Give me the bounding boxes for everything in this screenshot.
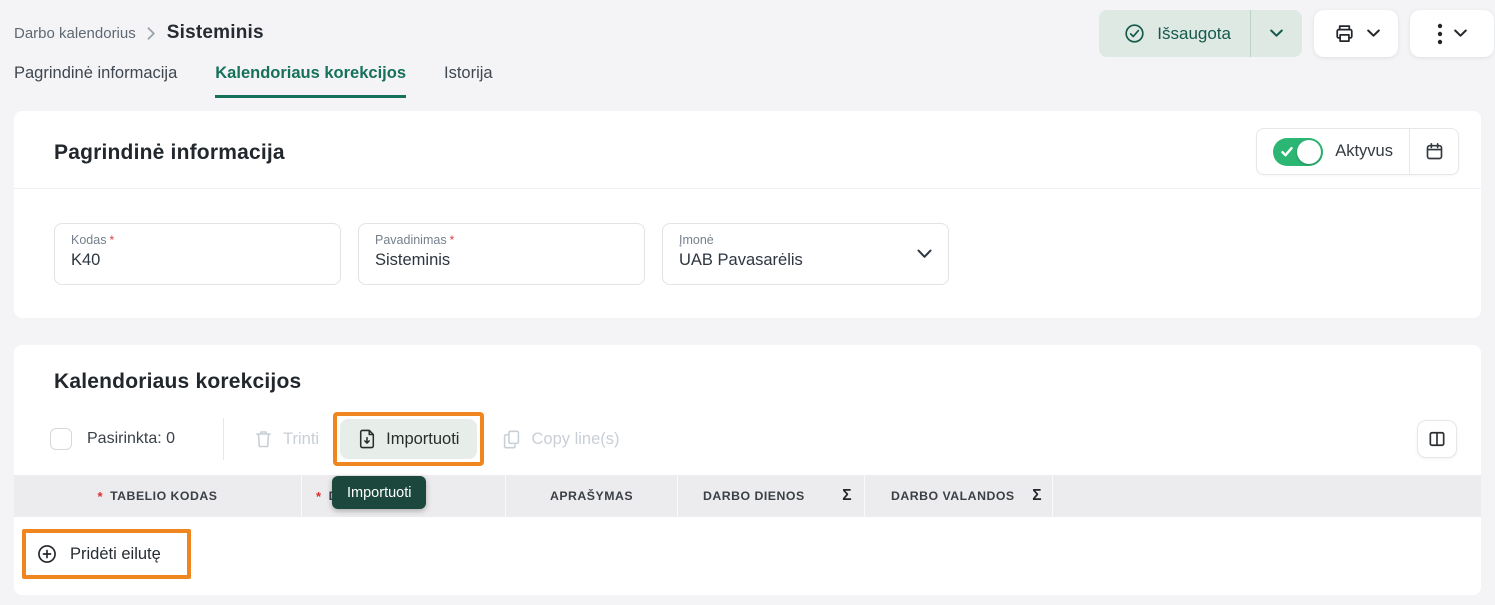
import-highlight-annotation: Importuoti [333,412,484,466]
status-control: Aktyvus [1256,128,1459,175]
main-info-card: Pagrindinė informacija Aktyvus Kodas* K4… [14,111,1481,318]
corrections-card: Kalendoriaus korekcijos Pasirinkta: 0 Tr… [14,345,1481,595]
import-file-icon [358,429,376,449]
columns-icon [1427,429,1447,449]
card-header-divider [14,188,1481,189]
imone-select[interactable]: Įmonė UAB Pavasarėlis [662,223,949,285]
imone-select-value: UAB Pavasarėlis [679,251,932,270]
toggle-check-icon [1281,146,1293,158]
column-header-darbo-valandos[interactable]: DARBO VALANDOS Σ [865,475,1053,517]
pavadinimas-field-value: Sisteminis [375,251,628,270]
kodas-field-label: Kodas* [71,233,324,247]
add-row-button[interactable]: Pridėti eilutę [26,533,187,575]
corrections-toolbar: Pasirinkta: 0 Trinti Importuoti Copy lin… [14,411,1481,467]
add-row-highlight-annotation: Pridėti eilutę [22,529,191,579]
sum-icon[interactable]: Σ [842,487,852,505]
page-title: Sisteminis [167,22,264,44]
copy-lines-button-label: Copy line(s) [531,430,619,449]
toggle-switch[interactable] [1273,138,1323,166]
column-header-aprasymas[interactable]: APRAŠYMAS [506,475,678,517]
chevron-down-icon [1454,29,1467,38]
tab-istorija[interactable]: Istorija [444,64,493,98]
delete-button[interactable]: Trinti [254,429,319,449]
table-body: Pridėti eilutę [14,517,1481,595]
print-button[interactable] [1314,10,1398,57]
import-button-label: Importuoti [386,430,459,449]
import-tooltip: Importuoti [332,476,426,509]
top-bar: Darbo kalendorius Sisteminis Išsaugota [0,0,1495,64]
kebab-menu-icon [1437,23,1443,45]
copy-icon [502,429,521,450]
main-info-fields: Kodas* K40 Pavadinimas* Sisteminis Įmonė… [54,223,949,285]
tab-pagrindine-informacija[interactable]: Pagrindinė informacija [14,64,177,98]
more-actions-button[interactable] [1410,10,1494,57]
select-all-checkbox[interactable] [50,428,72,450]
required-asterisk: * [98,489,104,504]
save-status-main[interactable]: Išsaugota [1099,23,1250,44]
plus-circle-icon [36,543,58,565]
column-header-tabelio-kodas[interactable]: * TABELIO KODAS [14,475,302,517]
breadcrumb-parent-link[interactable]: Darbo kalendorius [14,25,136,42]
sum-icon[interactable]: Σ [1032,487,1042,505]
active-toggle[interactable]: Aktyvus [1257,138,1409,166]
selected-count-label: Pasirinkta: 0 [87,430,175,448]
column-settings-button[interactable] [1417,420,1457,458]
kodas-field-value: K40 [71,251,324,270]
main-info-card-title: Pagrindinė informacija [54,141,285,165]
import-button[interactable]: Importuoti [340,419,477,459]
pavadinimas-field[interactable]: Pavadinimas* Sisteminis [358,223,645,285]
tab-kalendoriaus-korekcijos[interactable]: Kalendoriaus korekcijos [215,64,406,98]
printer-icon [1333,22,1356,45]
breadcrumb: Darbo kalendorius Sisteminis [14,22,264,44]
tab-bar: Pagrindinė informacija Kalendoriaus kore… [0,64,1495,98]
active-toggle-label: Aktyvus [1335,142,1393,161]
table-header-row: * TABELIO KODAS * DATA APRAŠYMAS DARBO D… [14,475,1481,517]
toggle-knob [1297,140,1321,164]
chevron-down-icon [917,249,932,259]
column-header-darbo-dienos[interactable]: DARBO DIENOS Σ [678,475,865,517]
delete-button-label: Trinti [283,430,319,449]
check-circle-icon [1124,23,1145,44]
add-row-button-label: Pridėti eilutę [70,545,161,564]
copy-lines-button[interactable]: Copy line(s) [502,429,619,450]
calendar-icon [1424,141,1445,162]
imone-select-label: Įmonė [679,233,932,247]
table-header-filler [1053,475,1481,517]
chevron-right-icon [147,27,156,40]
chevron-down-icon [1270,29,1283,38]
required-asterisk: * [109,233,114,247]
calendar-button[interactable] [1410,141,1458,162]
trash-icon [254,429,273,449]
pavadinimas-field-label: Pavadinimas* [375,233,628,247]
kodas-field[interactable]: Kodas* K40 [54,223,341,285]
chevron-down-icon [1367,29,1380,38]
corrections-card-title: Kalendoriaus korekcijos [54,370,301,394]
required-asterisk: * [316,489,322,504]
save-status-button[interactable]: Išsaugota [1099,10,1302,57]
required-asterisk: * [450,233,455,247]
save-options-caret[interactable] [1251,29,1302,38]
save-status-label: Išsaugota [1157,24,1231,44]
header-actions: Išsaugota [1099,10,1494,57]
toolbar-divider [223,418,224,460]
